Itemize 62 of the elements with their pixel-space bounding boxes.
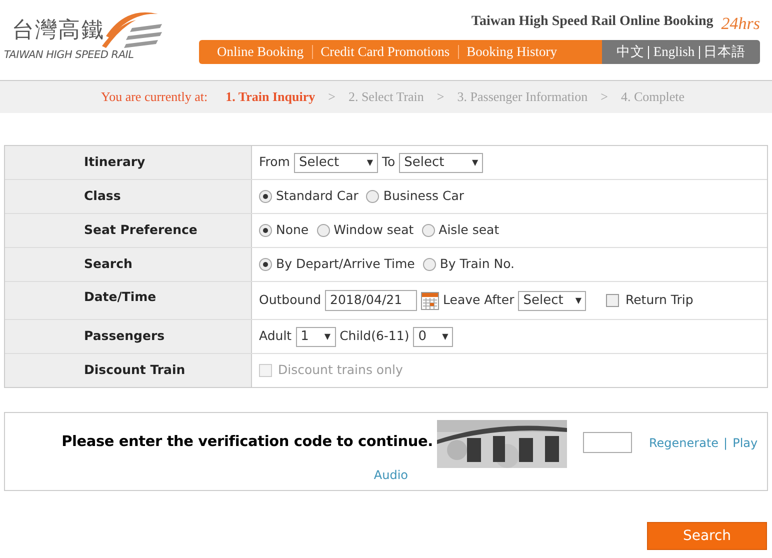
field-label: Child(6-11): [340, 327, 410, 346]
checkbox-label: Discount trains only: [278, 361, 403, 380]
breadcrumb-separator: >: [600, 88, 608, 106]
breadcrumb-step: 4. Complete: [620, 87, 684, 107]
radio-label: Aisle seat: [438, 221, 500, 240]
radio-label: Standard Car: [276, 187, 358, 206]
radio-button[interactable]: [422, 258, 436, 271]
breadcrumb-prefix: You are currently at:: [101, 88, 208, 106]
field-label: To: [382, 153, 396, 172]
radio-label: By Train No.: [440, 255, 515, 274]
radio-button[interactable]: [259, 190, 272, 203]
row-label: Search: [84, 255, 132, 274]
row-label: Date/Time: [84, 288, 156, 306]
radio-label: By Depart/Arrive Time: [276, 255, 415, 274]
breadcrumb-step: 1. Train Inquiry: [226, 87, 316, 107]
select-dropdown[interactable]: 0 ▼: [413, 326, 454, 346]
calendar-icon[interactable]: [421, 292, 440, 310]
logo-chinese-text: 台灣高鐵: [12, 20, 106, 42]
site-title: Taiwan High Speed Rail Online Booking: [471, 13, 714, 31]
row-label: Discount Train: [84, 361, 186, 380]
nav-link[interactable]: Booking History: [466, 42, 558, 62]
select-dropdown[interactable]: Select ▼: [399, 152, 484, 172]
radio-label: None: [276, 221, 309, 240]
link-separator: |: [724, 435, 728, 452]
play-link[interactable]: Play: [732, 434, 758, 490]
nav-link[interactable]: Online Booking: [217, 42, 304, 62]
language-link[interactable]: English: [653, 42, 695, 62]
logo-english-text: TAIWAN HIGH SPEED RAIL: [4, 48, 135, 63]
verification-prompt: Please enter the verification code to continue.: [62, 433, 434, 452]
radio-button[interactable]: [316, 224, 330, 237]
verification-input[interactable]: [583, 432, 632, 453]
language-link[interactable]: 日本語: [704, 42, 746, 62]
field-label: Outbound: [259, 291, 322, 310]
radio-button[interactable]: [366, 190, 380, 203]
select-dropdown[interactable]: Select ▼: [518, 290, 586, 310]
radio-button[interactable]: [259, 258, 272, 271]
hours-label: 24hrs: [721, 15, 760, 32]
row-label: Class: [84, 187, 121, 206]
checkbox-label: Return Trip: [625, 291, 694, 310]
audio-link[interactable]: Audio: [374, 466, 408, 484]
field-label: From: [259, 153, 290, 172]
date-field[interactable]: 2018/04/21: [325, 290, 418, 311]
row-label: Passengers: [84, 327, 165, 346]
nav-link[interactable]: Credit Card Promotions: [320, 42, 450, 62]
breadcrumb-step: 3. Passenger Information: [457, 87, 588, 107]
breadcrumb-separator: >: [328, 88, 336, 106]
language-link[interactable]: 中文: [616, 42, 644, 62]
field-label: Adult: [259, 327, 292, 346]
row-label: Itinerary: [84, 153, 146, 172]
search-button[interactable]: Search: [647, 522, 767, 550]
checkbox[interactable]: [606, 294, 620, 307]
radio-label: Business Car: [383, 187, 464, 206]
field-label: Leave After: [443, 291, 514, 310]
radio-button[interactable]: [422, 224, 435, 237]
breadcrumb-separator: >: [436, 88, 444, 106]
select-dropdown[interactable]: Select ▼: [294, 152, 378, 172]
regenerate-link[interactable]: Regenerate: [649, 434, 719, 490]
select-dropdown[interactable]: 1 ▼: [296, 326, 336, 346]
radio-button[interactable]: [259, 224, 272, 237]
radio-label: Window seat: [334, 221, 414, 240]
row-label: Seat Preference: [84, 221, 198, 240]
breadcrumb-step: 2. Select Train: [348, 87, 424, 107]
